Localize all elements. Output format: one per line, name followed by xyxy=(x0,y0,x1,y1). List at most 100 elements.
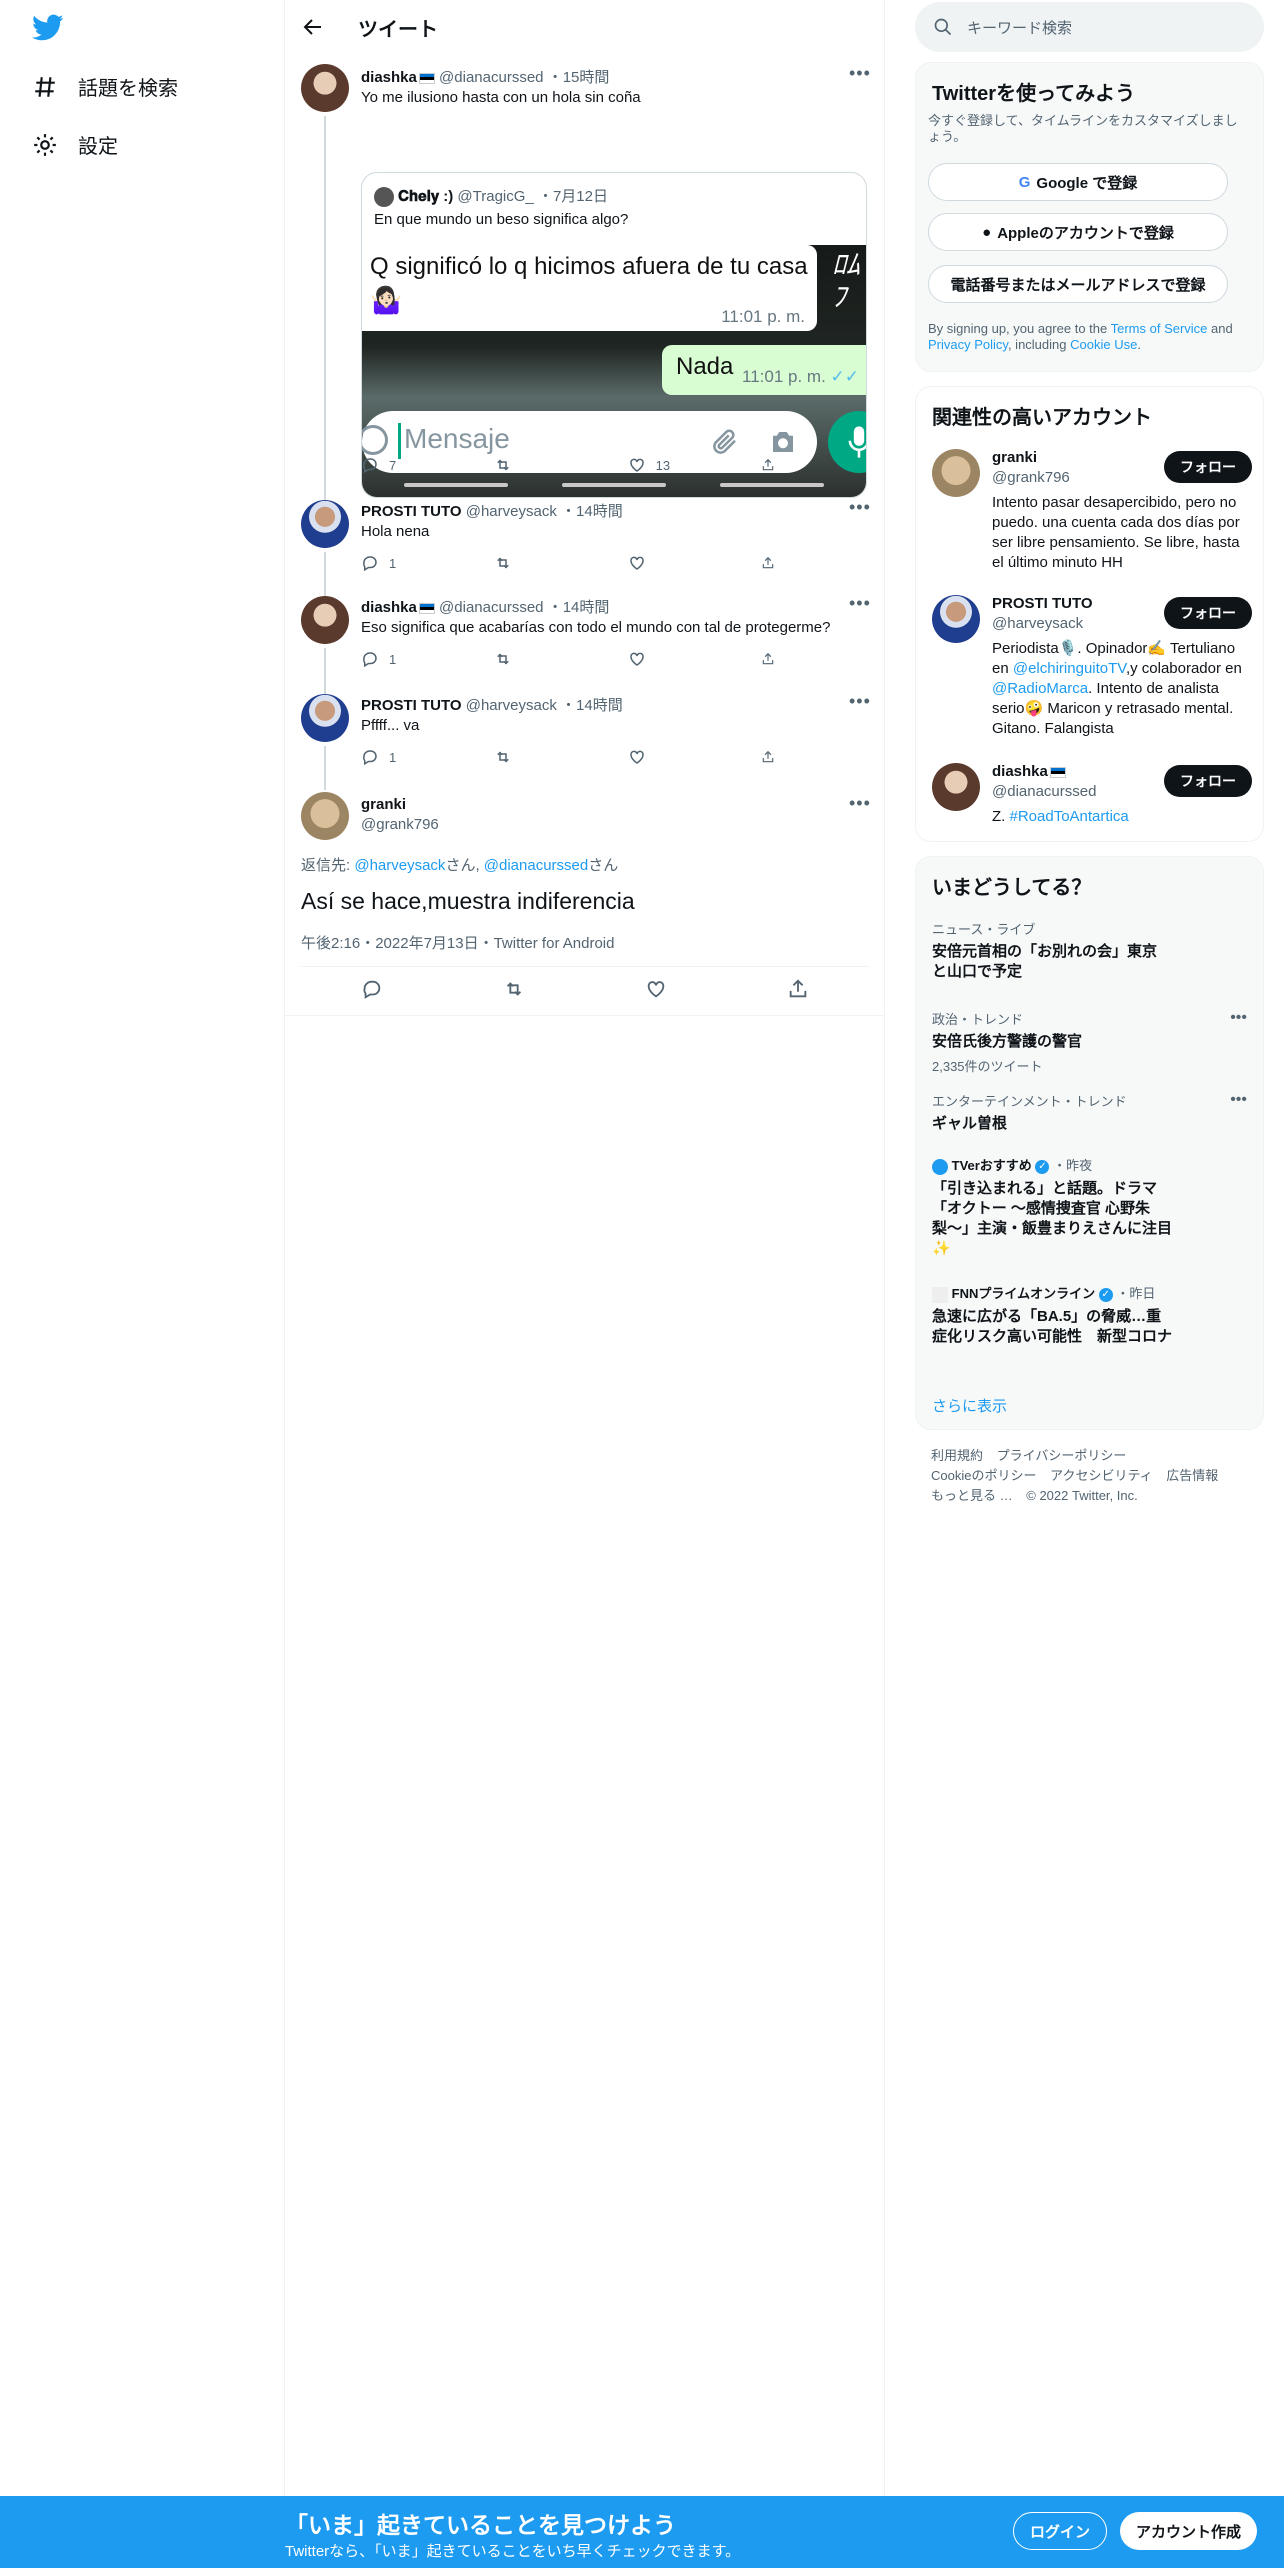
like-button[interactable]: 13 xyxy=(628,456,728,474)
share-button[interactable] xyxy=(761,554,785,572)
retweet-icon[interactable] xyxy=(503,978,525,1000)
quoted-tweet[interactable]: 𝐂𝐡𝐞𝐥𝐲 :) @TragicG_ ・7月12日 En que mundo u… xyxy=(361,172,867,498)
author-name[interactable]: PROSTI TUTO xyxy=(361,697,462,714)
avatar[interactable] xyxy=(301,64,349,112)
create-account-button[interactable]: アカウント作成 xyxy=(1120,2512,1258,2550)
trend-item[interactable]: エンターテインメント・トレンド ギャル曽根 xyxy=(932,1091,1232,1134)
retweet-button[interactable] xyxy=(494,748,594,766)
account-name[interactable]: PROSTI TUTO xyxy=(992,595,1093,612)
reply-to-link[interactable]: @harveysack xyxy=(354,857,445,874)
footer-link[interactable]: 利用規約 xyxy=(931,1448,983,1463)
bio-mention-link[interactable]: @RadioMarca xyxy=(992,680,1088,697)
tweet-time[interactable]: 14時間 xyxy=(563,599,610,616)
retweet-button[interactable] xyxy=(494,456,594,474)
twitter-logo-icon[interactable] xyxy=(32,14,64,42)
account-row[interactable]: granki @grank796 フォロー Intento pasar desa… xyxy=(932,449,1252,579)
tweet-time[interactable]: 15時間 xyxy=(563,69,610,86)
author-name[interactable]: PROSTI TUTO xyxy=(361,503,462,520)
more-options-icon[interactable]: ••• xyxy=(1230,1009,1247,1027)
privacy-link[interactable]: Privacy Policy xyxy=(928,337,1008,352)
search-input[interactable]: キーワード検索 xyxy=(915,2,1264,52)
more-options-icon[interactable]: ••• xyxy=(849,692,870,716)
google-signup-button[interactable]: G Google で登録 xyxy=(928,163,1228,201)
reply-to-link[interactable]: @dianacurssed xyxy=(484,857,588,874)
thread-tweet[interactable]: PROSTI TUTO @harveysack ・14時間 ••• Pffff.… xyxy=(285,684,885,780)
more-options-icon[interactable]: ••• xyxy=(849,64,870,88)
avatar[interactable] xyxy=(932,763,980,811)
like-button[interactable] xyxy=(628,748,728,766)
retweet-button[interactable] xyxy=(494,650,594,668)
tweet-time[interactable]: 14時間 xyxy=(576,697,623,714)
footer-more-link[interactable]: もっと見る … xyxy=(931,1488,1013,1503)
reply-button[interactable]: 1 xyxy=(361,748,461,766)
account-handle[interactable]: @grank796 xyxy=(992,469,1070,486)
back-arrow-icon[interactable] xyxy=(301,15,325,39)
like-button[interactable] xyxy=(628,650,728,668)
trend-item[interactable]: ニュース・ライブ 安倍元首相の「お別れの会」東京と山口で予定 xyxy=(932,919,1232,982)
cookie-link[interactable]: Cookie Use xyxy=(1070,337,1137,352)
heart-icon[interactable] xyxy=(645,978,667,1000)
follow-button[interactable]: フォロー xyxy=(1164,451,1252,483)
trend-item[interactable]: TVerおすすめ ✓ ・昨夜 「引き込まれる」と話題。ドラマ「オクトー 〜感情捜… xyxy=(932,1155,1232,1259)
share-button[interactable] xyxy=(761,650,785,668)
share-button[interactable] xyxy=(761,748,785,766)
reply-button[interactable]: 7 xyxy=(361,456,461,474)
footer-link[interactable]: 広告情報 xyxy=(1166,1468,1218,1483)
tweet-timestamp[interactable]: 午後2:16・2022年7月13日・Twitter for Android xyxy=(301,932,614,953)
footer-link[interactable]: プライバシーポリシー xyxy=(997,1448,1127,1463)
more-options-icon[interactable]: ••• xyxy=(849,498,870,522)
thread-tweet[interactable]: diashka @dianacurssed ・14時間 ••• Eso sign… xyxy=(285,586,885,684)
message-input[interactable]: Mensaje xyxy=(404,423,510,455)
author-handle[interactable]: @dianacurssed xyxy=(439,69,543,86)
phone-email-signup-button[interactable]: 電話番号またはメールアドレスで登録 xyxy=(928,265,1228,303)
microphone-button[interactable] xyxy=(828,411,866,473)
nav-settings[interactable]: 設定 xyxy=(32,130,118,159)
tweet-time[interactable]: 14時間 xyxy=(576,503,623,520)
author-handle[interactable]: @grank796 xyxy=(361,816,439,833)
thread-tweet[interactable]: PROSTI TUTO @harveysack ・14時間 ••• Hola n… xyxy=(285,490,885,586)
trend-item[interactable]: 政治・トレンド 安倍氏後方警護の警官 2,335件のツイート xyxy=(932,1009,1232,1075)
avatar[interactable] xyxy=(301,596,349,644)
avatar[interactable] xyxy=(301,500,349,548)
thread-tweet[interactable]: diashka @dianacurssed ・15時間 ••• Yo me il… xyxy=(285,54,885,498)
reply-icon[interactable] xyxy=(361,978,383,1000)
avatar[interactable] xyxy=(301,694,349,742)
avatar[interactable] xyxy=(932,449,980,497)
footer-link[interactable]: アクセシビリティ xyxy=(1050,1468,1153,1483)
retweet-button[interactable] xyxy=(494,554,594,572)
trend-item[interactable]: FNNプライムオンライン ✓ ・昨日 急速に広がる「BA.5」の脅威…重症化リス… xyxy=(932,1283,1232,1347)
terms-link[interactable]: Terms of Service xyxy=(1111,321,1208,336)
share-icon[interactable] xyxy=(787,978,809,1000)
author-handle[interactable]: @harveysack xyxy=(466,697,557,714)
author-name[interactable]: diashka xyxy=(361,69,417,86)
account-handle[interactable]: @dianacurssed xyxy=(992,783,1096,800)
avatar[interactable] xyxy=(301,792,349,840)
account-row[interactable]: PROSTI TUTO @harveysack フォロー Periodista🎙… xyxy=(932,595,1252,745)
avatar[interactable] xyxy=(932,595,980,643)
account-row[interactable]: diashka @dianacurssed フォロー Z. #RoadToAnt… xyxy=(932,763,1252,833)
apple-signup-button[interactable]: ● Appleのアカウントで登録 xyxy=(928,213,1228,251)
show-more-link[interactable]: さらに表示 xyxy=(932,1395,1007,1416)
login-button[interactable]: ログイン xyxy=(1013,2512,1108,2550)
author-name[interactable]: diashka xyxy=(361,599,417,616)
footer-link[interactable]: Cookieのポリシー xyxy=(931,1468,1036,1483)
bio-mention-link[interactable]: @elchiringuitoTV xyxy=(1013,660,1126,677)
reply-button[interactable]: 1 xyxy=(361,554,461,572)
bio-hashtag-link[interactable]: #RoadToAntartica xyxy=(1010,808,1129,825)
nav-explore[interactable]: 話題を検索 xyxy=(32,72,178,101)
reply-button[interactable]: 1 xyxy=(361,650,461,668)
paperclip-icon[interactable] xyxy=(710,427,740,457)
more-options-icon[interactable]: ••• xyxy=(849,594,870,618)
more-options-icon[interactable]: ••• xyxy=(1230,1091,1247,1109)
follow-button[interactable]: フォロー xyxy=(1164,597,1252,629)
camera-icon[interactable] xyxy=(768,427,798,457)
share-button[interactable] xyxy=(761,456,785,474)
account-name[interactable]: granki xyxy=(992,449,1037,466)
like-button[interactable] xyxy=(628,554,728,572)
author-handle[interactable]: @dianacurssed xyxy=(439,599,543,616)
author-name[interactable]: granki xyxy=(361,796,406,813)
account-handle[interactable]: @harveysack xyxy=(992,615,1083,632)
follow-button[interactable]: フォロー xyxy=(1164,765,1252,797)
account-name[interactable]: diashka xyxy=(992,763,1066,780)
emoji-icon[interactable] xyxy=(362,425,388,455)
